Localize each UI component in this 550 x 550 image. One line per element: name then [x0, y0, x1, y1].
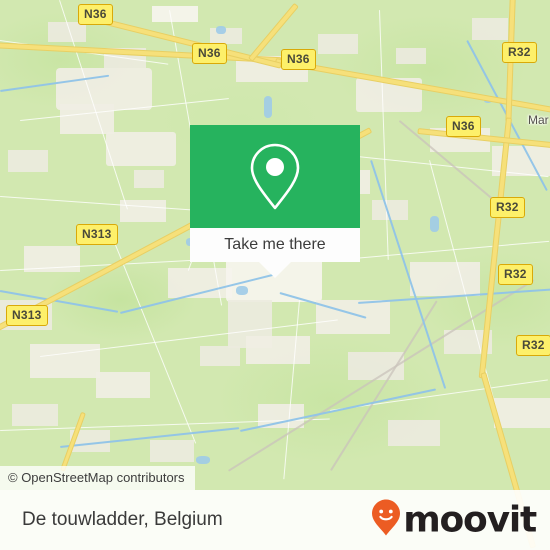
- road-shield-r32-1: R32: [502, 42, 537, 63]
- map-water: [196, 456, 210, 464]
- road-shield-n36-4: N36: [446, 116, 481, 137]
- map-patch: [318, 34, 358, 54]
- map-patch: [134, 170, 164, 188]
- road-shield-n36-2: N36: [192, 43, 227, 64]
- map-patch: [60, 104, 114, 134]
- road-shield-r32-2: R32: [490, 197, 525, 218]
- map-patch: [12, 404, 58, 426]
- screenshot-root: N36 N36 N36 R32 N36 N313 R32 N313 R32 R3…: [0, 0, 550, 550]
- map-water: [216, 26, 226, 34]
- road-shield-r32-3: R32: [498, 264, 533, 285]
- moovit-brand[interactable]: moovit: [371, 499, 537, 542]
- map-water: [264, 96, 272, 118]
- map-patch: [494, 398, 550, 428]
- map-patch: [246, 336, 310, 364]
- take-me-there-button[interactable]: Take me there: [190, 228, 360, 262]
- map-patch: [150, 440, 194, 462]
- take-me-there-label: Take me there: [224, 236, 326, 253]
- map-attribution[interactable]: © OpenStreetMap contributors: [0, 466, 195, 490]
- road-shield-n313-2: N313: [6, 305, 48, 326]
- moovit-wordmark: moovit: [403, 499, 537, 540]
- map-patch: [210, 28, 242, 44]
- map-water: [236, 286, 248, 295]
- map-water: [430, 216, 439, 232]
- map-place-label: Mar: [528, 113, 549, 127]
- map-patch: [152, 6, 198, 22]
- moovit-smiley-pin-icon: [371, 499, 401, 542]
- callout-icon-area: [190, 125, 360, 228]
- place-title: De touwladder, Belgium: [22, 509, 223, 530]
- road-shield-n36-1: N36: [78, 4, 113, 25]
- road-shield-n313-1: N313: [76, 224, 118, 245]
- map-patch: [96, 372, 150, 398]
- map-patch: [120, 200, 166, 222]
- map-patch: [410, 262, 480, 296]
- map-patch: [8, 150, 48, 172]
- map-patch: [106, 132, 176, 166]
- map-patch: [472, 18, 508, 40]
- map-patch: [388, 420, 440, 446]
- road-shield-n36-3: N36: [281, 49, 316, 70]
- road-shield-r32-4: R32: [516, 335, 550, 356]
- callout-pointer: [259, 262, 291, 278]
- map-pin-icon: [248, 142, 302, 212]
- map-patch: [200, 346, 240, 366]
- map-patch: [396, 48, 426, 64]
- attribution-text: © OpenStreetMap contributors: [8, 470, 185, 485]
- place-callout[interactable]: Take me there: [190, 125, 360, 278]
- bottom-bar: De touwladder, Belgium moovit: [0, 490, 550, 550]
